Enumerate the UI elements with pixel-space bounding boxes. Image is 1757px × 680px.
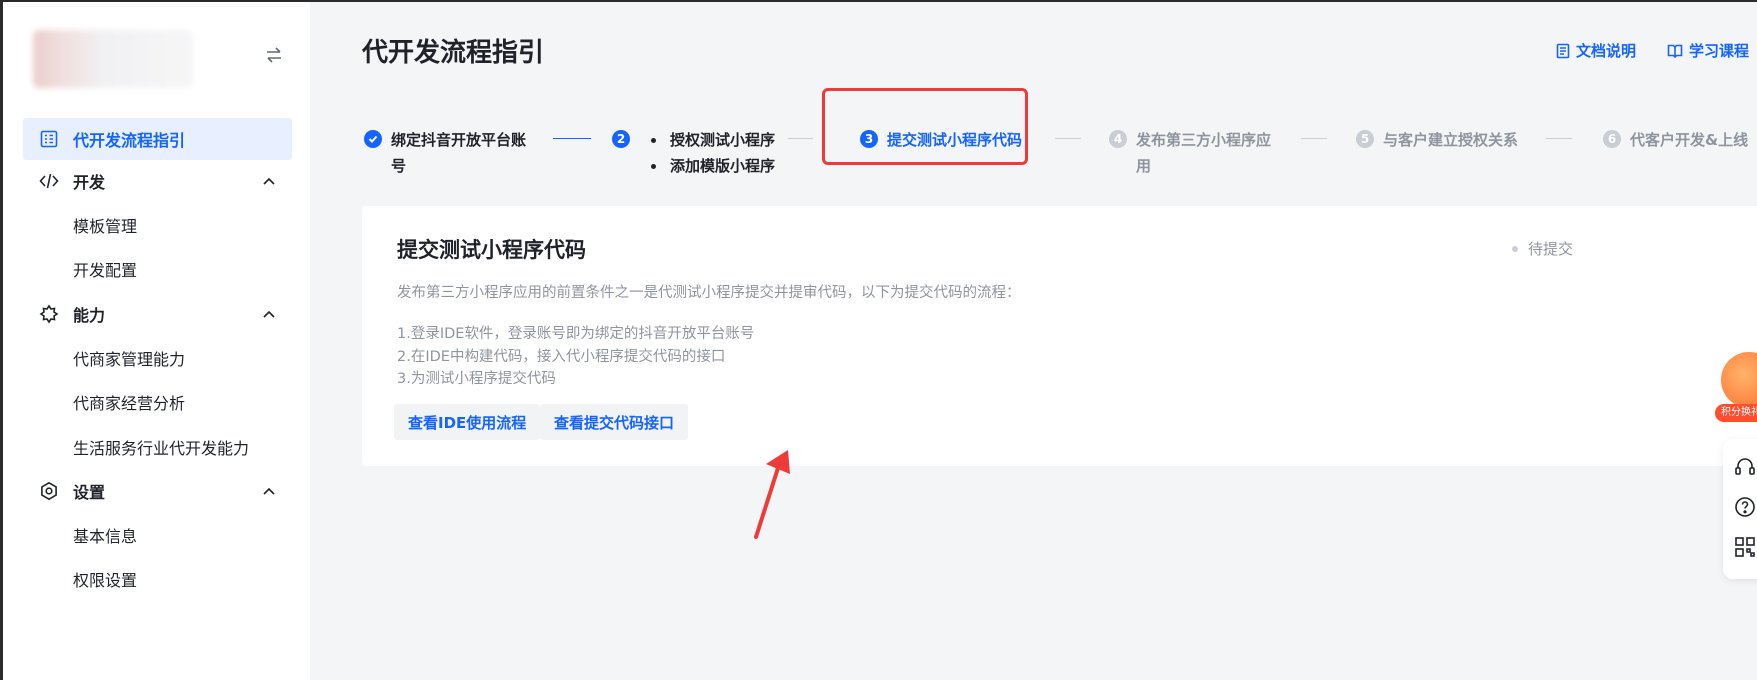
step-label: 授权测试小程序 添加模版小程序 [639,127,775,179]
card-step-item: 1.登录IDE软件，登录账号即为绑定的抖音开放平台账号 [397,326,755,342]
step-authorize-test[interactable]: 2 授权测试小程序 添加模版小程序 [612,127,775,179]
view-submit-api-button[interactable]: 查看提交代码接口 [540,404,689,440]
step-connector [1301,138,1327,139]
step-label: 代客户开发&上线 [1630,131,1749,149]
step-number: 4 [1109,130,1127,148]
headset-icon[interactable] [1733,455,1757,479]
help-icon[interactable] [1733,495,1757,519]
list-board-icon [38,128,60,150]
step-number: 2 [612,130,630,148]
swap-arrows-icon [267,47,281,63]
points-promo-widget[interactable]: 积分换礼 [1711,347,1757,425]
step-number: 6 [1603,130,1621,148]
card-step-item: 2.在IDE中构建代码，接入代小程序提交代码的接口 [397,348,726,365]
view-ide-guide-button[interactable]: 查看IDE使用流程 [394,404,541,440]
check-icon [364,130,382,148]
ability-icon [38,303,60,325]
step-client-authorization[interactable]: 5 与客户建立授权关系 [1356,127,1518,153]
sidebar-item-label: 代商家经营分析 [73,394,186,413]
sidebar-item-life-service[interactable]: 生活服务行业代开发能力 [23,427,292,467]
status-badge: 待提交 [1512,238,1573,259]
card-description: 发布第三方小程序应用的前置条件之一是代测试小程序提交并提审代码，以下为提交代码的… [397,285,1021,301]
step-connector [1055,138,1081,139]
sidebar-item-label: 模板管理 [73,217,138,236]
card-step-list: 1.登录IDE软件，登录账号即为绑定的抖音开放平台账号 2.在IDE中构建代码，… [397,323,754,391]
sidebar-group-label: 设置 [73,483,106,502]
sidebar: 代开发流程指引 开发 模板管理 开发配置 能力 代商家管理能力 代商家经营分析 … [3,2,310,680]
collapse-sidebar-button[interactable] [261,42,287,68]
sidebar-item-basic-info[interactable]: 基本信息 [23,515,292,555]
sidebar-item-label: 基本信息 [73,527,138,546]
qr-code-icon[interactable] [1733,535,1757,559]
sidebar-item-template-management[interactable]: 模板管理 [23,205,292,245]
sidebar-group-label: 开发 [73,173,106,192]
app-logo [33,30,193,88]
sidebar-group-develop[interactable]: 开发 [23,160,292,202]
gift-icon [1721,352,1757,408]
sidebar-item-label: 权限设置 [73,571,138,590]
card-step-item: 3.为测试小程序提交代码 [397,371,556,387]
step-label: 与客户建立授权关系 [1383,131,1519,149]
step-connector [553,138,591,139]
sidebar-item-dev-guide[interactable]: 代开发流程指引 [23,118,292,160]
sidebar-item-label: 生活服务行业代开发能力 [73,439,250,458]
sidebar-item-merchant-analytics[interactable]: 代商家经营分析 [23,382,292,422]
chevron-up-icon [263,177,275,185]
step-label: 绑定抖音开放平台账 号 [391,131,527,175]
courses-link-label: 学习课程 [1689,42,1750,60]
step-connector [1546,138,1572,139]
docs-link-label: 文档说明 [1576,42,1637,60]
code-icon [38,170,60,192]
sidebar-item-label: 代开发流程指引 [73,131,186,150]
docs-link[interactable]: 文档说明 [1556,40,1636,61]
step-publish-app[interactable]: 4 发布第三方小程序应 用 [1109,127,1271,179]
sidebar-item-label: 开发配置 [73,261,138,280]
sidebar-item-dev-config[interactable]: 开发配置 [23,249,292,289]
sidebar-item-label: 代商家管理能力 [73,350,186,369]
annotation-highlight-box [822,88,1028,165]
sidebar-group-label: 能力 [73,306,106,325]
promo-tag: 积分换礼 [1715,404,1757,422]
document-icon [1556,43,1570,58]
main-content: 代开发流程指引 文档说明 学习课程 绑定抖音开放平台账 号 2 授权测试小程序 … [310,2,1757,680]
settings-icon [38,480,60,502]
courses-link[interactable]: 学习课程 [1667,40,1749,61]
step-bind-account[interactable]: 绑定抖音开放平台账 号 [364,127,526,179]
floating-tool-panel [1723,439,1757,579]
step-detail-card: 提交测试小程序代码 待提交 发布第三方小程序应用的前置条件之一是代测试小程序提交… [362,206,1757,466]
card-title: 提交测试小程序代码 [397,238,586,262]
sidebar-item-permissions[interactable]: 权限设置 [23,559,292,599]
step-connector [788,138,813,139]
step-label: 发布第三方小程序应 用 [1136,131,1272,175]
annotation-arrow-icon [754,450,790,539]
step-number: 5 [1356,130,1374,148]
sidebar-item-merchant-management[interactable]: 代商家管理能力 [23,338,292,378]
sidebar-group-settings[interactable]: 设置 [23,470,292,512]
book-icon [1667,44,1683,58]
page-title: 代开发流程指引 [362,38,545,68]
sidebar-group-ability[interactable]: 能力 [23,293,292,335]
chevron-up-icon [263,310,275,318]
step-client-dev-launch[interactable]: 6 代客户开发&上线 [1603,127,1748,153]
chevron-up-icon [263,487,275,495]
